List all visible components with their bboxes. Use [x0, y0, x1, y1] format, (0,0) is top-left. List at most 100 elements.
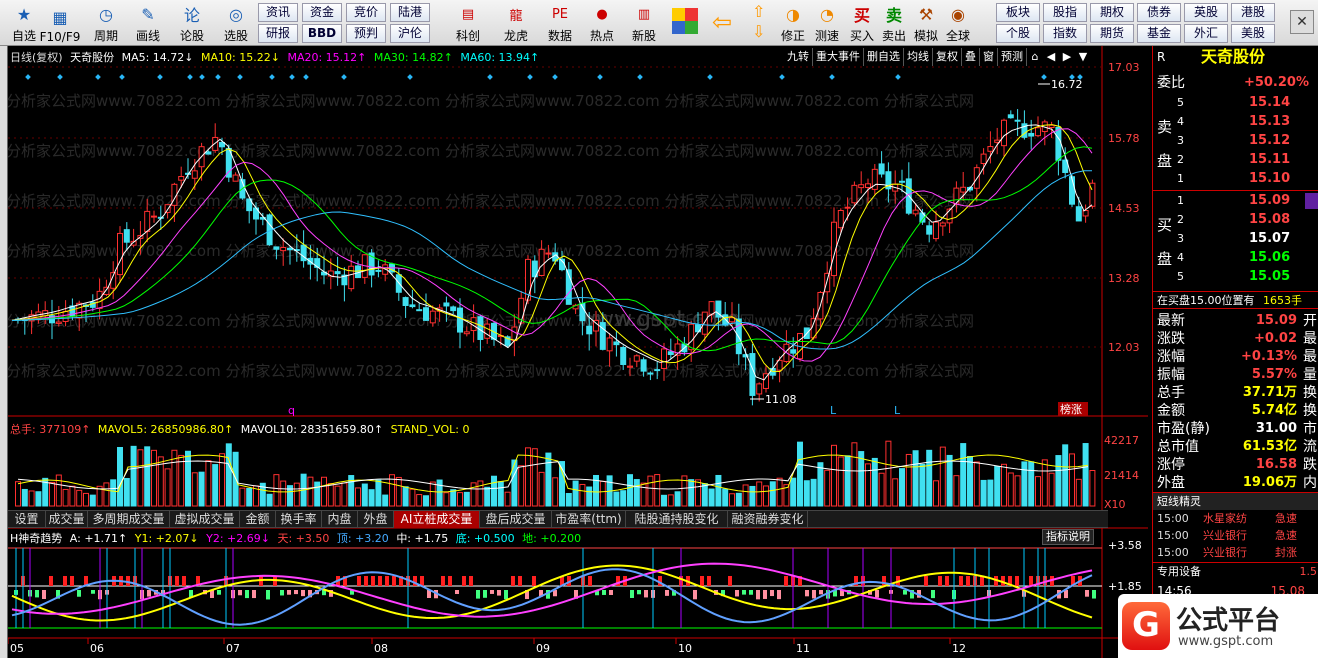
toolbar-grid-button[interactable]: 资讯: [258, 3, 298, 22]
toolbar-globe-button[interactable]: ◉ 全球: [942, 2, 974, 44]
toolbar-grid-button[interactable]: BBD: [302, 24, 342, 43]
event-marker[interactable]: [57, 74, 63, 80]
event-marker[interactable]: [552, 74, 558, 80]
bid-row[interactable]: 3 15.07: [1153, 230, 1318, 248]
bid-row[interactable]: 1 15.09: [1153, 192, 1318, 210]
event-marker[interactable]: [341, 74, 347, 80]
toolbar-select-button[interactable]: ◎ 选股: [216, 2, 256, 44]
toolbar-dragon-button[interactable]: 龍龙虎: [496, 2, 536, 44]
bid-row[interactable]: 4 15.06: [1153, 249, 1318, 267]
ratio-value: +50.20%: [1243, 75, 1309, 90]
indicator-tab[interactable]: 陆股通持股变化: [626, 511, 728, 528]
elf-item[interactable]: 15:00 兴业银行 急速: [1153, 527, 1318, 545]
indicator-tab[interactable]: 市盈率(ttm): [552, 511, 626, 528]
toolbar-forum-button[interactable]: 论论股: [172, 2, 212, 44]
toolbar-f10-button[interactable]: ▦ F10/F9: [40, 2, 81, 45]
indicator-bar: [924, 576, 928, 586]
up-arrow-icon[interactable]: ⇧: [752, 2, 765, 21]
indicator-tab[interactable]: 内盘: [322, 511, 358, 528]
event-marker[interactable]: [829, 74, 835, 80]
event-marker[interactable]: [199, 74, 205, 80]
toolbar-grid-button[interactable]: 个股: [996, 24, 1040, 43]
ask-row[interactable]: 1 15.10: [1153, 170, 1318, 188]
indicator-tab[interactable]: 成交量: [46, 511, 88, 528]
event-marker[interactable]: [303, 74, 309, 80]
bid-row[interactable]: 2 15.08: [1153, 211, 1318, 229]
elf-item[interactable]: 15:00 兴业银行 封涨: [1153, 544, 1318, 562]
indicator-tab[interactable]: 盘后成交量: [480, 511, 552, 528]
toolbar-grid-button[interactable]: 外汇: [1184, 24, 1228, 43]
toolbar-pen-button[interactable]: ✎ 画线: [128, 2, 168, 44]
toolbar-grid-button[interactable]: 竞价: [346, 3, 386, 22]
event-marker[interactable]: [895, 74, 901, 80]
toolbar-star-button[interactable]: ★ 自选: [4, 2, 44, 44]
ask-row[interactable]: 2 15.11: [1153, 151, 1318, 169]
toolbar-fix-button[interactable]: ◑ 修正: [776, 2, 810, 44]
toolbar-grid-button[interactable]: 英股: [1184, 3, 1228, 22]
kline-chart-area[interactable]: 日线(复权) 天奇股份 MA5: 14.72↓ MA10: 15.22↓ MA2…: [8, 46, 1148, 658]
toolbar-grid-button[interactable]: 股指: [1043, 3, 1087, 22]
event-marker[interactable]: [487, 74, 493, 80]
volume-bar: [756, 481, 763, 507]
event-marker[interactable]: [25, 74, 31, 80]
event-marker[interactable]: [407, 74, 413, 80]
volume-bar: [939, 446, 946, 507]
toolbar-grid-button[interactable]: 研报: [258, 24, 298, 43]
toolbar-sell-button[interactable]: 卖卖出: [878, 2, 910, 44]
ask-row[interactable]: 3 15.12: [1153, 132, 1318, 150]
toolbar-grid-button[interactable]: 美股: [1231, 24, 1275, 43]
toolbar-speed-button[interactable]: ◔ 测速: [810, 2, 844, 44]
toolbar-buy-button[interactable]: 买买入: [846, 2, 878, 44]
event-marker[interactable]: [269, 74, 275, 80]
toolbar-kechuang-button[interactable]: ▤ 科创: [448, 2, 488, 44]
toolbar-grid-button[interactable]: 板块: [996, 3, 1040, 22]
toolbar-hammer-button[interactable]: ⚒ 模拟: [910, 2, 942, 44]
event-marker[interactable]: [237, 74, 243, 80]
down-arrow-icon[interactable]: ⇩: [752, 22, 765, 41]
event-marker[interactable]: [119, 74, 125, 80]
toolbar-grid-button[interactable]: 预判: [346, 24, 386, 43]
indicator-tab[interactable]: 外盘: [358, 511, 394, 528]
indicator-tab[interactable]: 设置: [8, 511, 46, 528]
indicator-tab[interactable]: 换手率: [276, 511, 322, 528]
event-marker[interactable]: [187, 74, 193, 80]
color-grid-icon[interactable]: [672, 8, 698, 34]
back-arrow-icon[interactable]: ⇦: [712, 8, 732, 36]
toolbar-grid-button[interactable]: 指数: [1043, 24, 1087, 43]
indicator-tab[interactable]: AI立桩成交量: [394, 511, 480, 528]
event-marker[interactable]: [289, 74, 295, 80]
close-icon[interactable]: ✕: [1290, 10, 1314, 34]
indicator-tab[interactable]: 虚拟成交量: [170, 511, 240, 528]
toolbar-grid-button[interactable]: 基金: [1137, 24, 1181, 43]
event-marker[interactable]: [637, 74, 643, 80]
event-marker[interactable]: [215, 74, 221, 80]
toolbar-grid-button[interactable]: 债券: [1137, 3, 1181, 22]
bid-row[interactable]: 5 15.05: [1153, 268, 1318, 286]
toolbar-data-button[interactable]: PE 数据: [540, 2, 580, 44]
ind-zhong: 中: +1.75: [396, 532, 449, 545]
toolbar-hot-button[interactable]: ● 热点: [582, 2, 622, 44]
event-marker[interactable]: [157, 74, 163, 80]
event-marker[interactable]: [95, 74, 101, 80]
toolbar-grid-button[interactable]: 期权: [1090, 3, 1134, 22]
toolbar-grid-button[interactable]: 沪伦: [390, 24, 430, 43]
elf-item[interactable]: 15:00 水星家纺 急速: [1153, 510, 1318, 528]
indicator-tab[interactable]: 金额: [240, 511, 276, 528]
event-marker[interactable]: [779, 74, 785, 80]
toolbar-grid-button[interactable]: 资金: [302, 3, 342, 22]
event-marker[interactable]: [597, 74, 603, 80]
event-marker[interactable]: [707, 74, 713, 80]
toolbar-grid-button[interactable]: 港股: [1231, 3, 1275, 22]
ask-row[interactable]: 4 15.13: [1153, 113, 1318, 131]
event-marker[interactable]: [527, 74, 533, 80]
toolbar-newstock-button[interactable]: ▥ 新股: [624, 2, 664, 44]
toolbar-clock-button[interactable]: ◷ 周期: [86, 2, 126, 44]
indicator-tab[interactable]: 多周期成交量: [88, 511, 170, 528]
toolbar-grid-button[interactable]: 期货: [1090, 24, 1134, 43]
volume-bar: [586, 486, 593, 507]
ask-row[interactable]: 5 15.14: [1153, 94, 1318, 112]
indicator-help-button[interactable]: 指标说明: [1042, 529, 1094, 545]
indicator-tab[interactable]: 融资融券变化: [728, 511, 808, 528]
toolbar-grid-button[interactable]: 陆港: [390, 3, 430, 22]
event-marker[interactable]: [1041, 74, 1047, 80]
